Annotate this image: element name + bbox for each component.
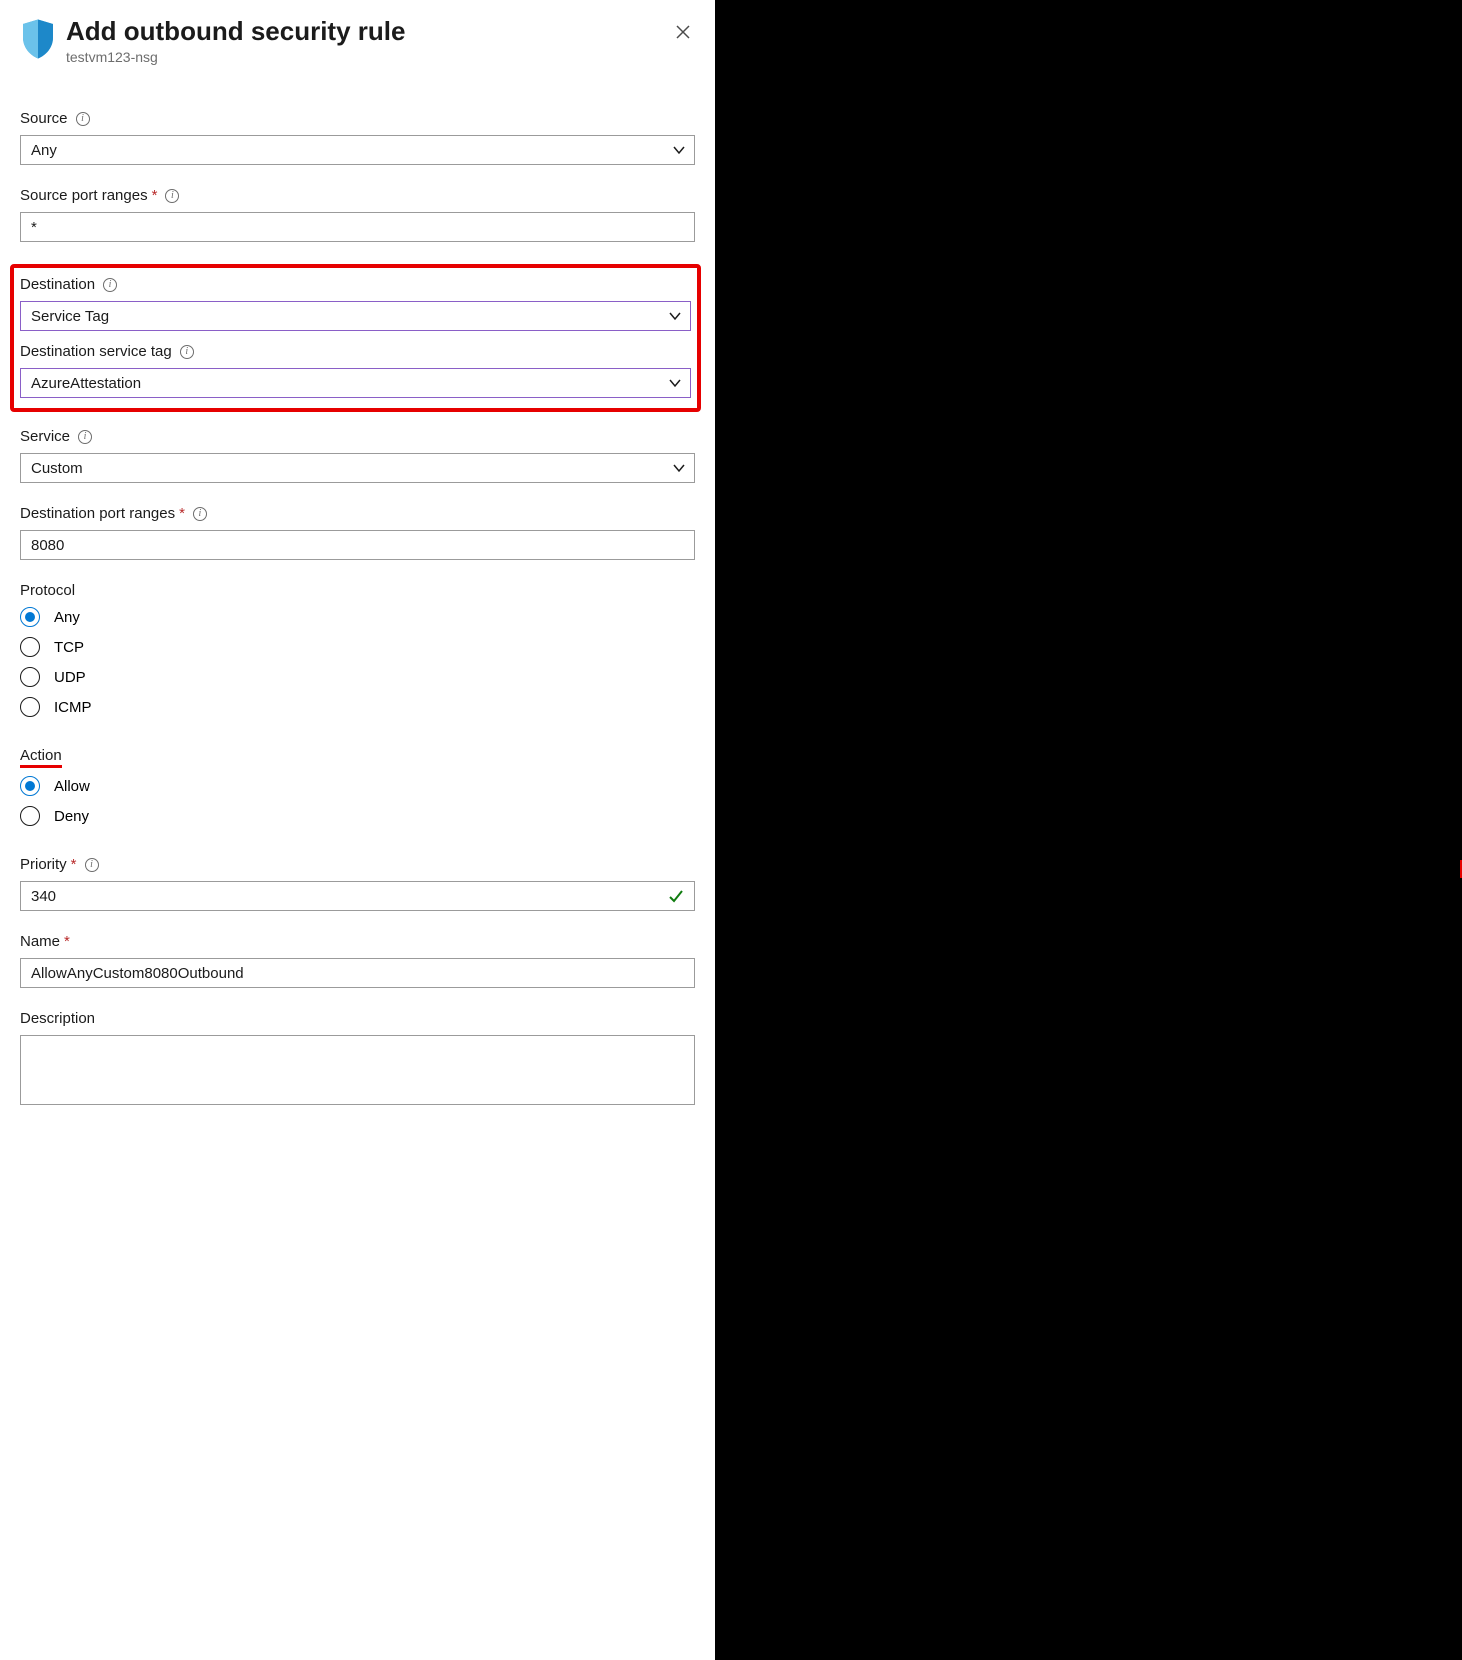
- required-marker: *: [64, 933, 70, 950]
- radio-icon: [20, 637, 40, 657]
- destination-service-tag-value: AzureAttestation: [31, 375, 141, 392]
- destination-port-ranges-input-wrap: [20, 530, 695, 560]
- info-icon[interactable]: i: [193, 507, 207, 521]
- protocol-radio-tcp[interactable]: TCP: [20, 637, 695, 657]
- rule-form: Source i Any Source port ranges * i: [20, 110, 695, 1110]
- priority-input-wrap: [20, 881, 695, 911]
- info-icon[interactable]: i: [78, 430, 92, 444]
- source-label: Source: [20, 110, 68, 127]
- protocol-option-label: ICMP: [54, 699, 92, 716]
- radio-icon: [20, 667, 40, 687]
- field-destination-service-tag: Destination service tag i AzureAttestati…: [20, 343, 691, 398]
- protocol-option-label: Any: [54, 609, 80, 626]
- action-radio-deny[interactable]: Deny: [20, 806, 695, 826]
- field-name: Name *: [20, 933, 695, 988]
- name-label: Name: [20, 933, 60, 950]
- destination-select[interactable]: Service Tag: [20, 301, 691, 331]
- info-icon[interactable]: i: [85, 858, 99, 872]
- chevron-down-icon: [668, 376, 682, 390]
- protocol-radio-group: Any TCP UDP ICMP: [20, 607, 695, 717]
- source-value: Any: [31, 142, 57, 159]
- field-destination: Destination i Service Tag: [20, 276, 691, 331]
- info-icon[interactable]: i: [76, 112, 90, 126]
- priority-label: Priority: [20, 856, 67, 873]
- close-button[interactable]: [673, 22, 693, 42]
- chevron-down-icon: [672, 143, 686, 157]
- field-protocol: Protocol Any TCP UDP ICMP: [20, 582, 695, 717]
- shield-icon: [20, 18, 56, 60]
- radio-icon: [20, 806, 40, 826]
- panel-subtitle: testvm123-nsg: [66, 49, 405, 65]
- destination-value: Service Tag: [31, 308, 109, 325]
- protocol-label: Protocol: [20, 582, 75, 599]
- protocol-radio-udp[interactable]: UDP: [20, 667, 695, 687]
- action-label: Action: [20, 747, 62, 768]
- source-port-ranges-input-wrap: [20, 212, 695, 242]
- info-icon[interactable]: i: [180, 345, 194, 359]
- action-option-label: Deny: [54, 808, 89, 825]
- protocol-option-label: UDP: [54, 669, 86, 686]
- add-outbound-rule-panel: Add outbound security rule testvm123-nsg…: [0, 0, 715, 1660]
- action-radio-allow[interactable]: Allow: [20, 776, 695, 796]
- description-label: Description: [20, 1010, 95, 1027]
- field-priority: Priority * i: [20, 856, 695, 911]
- protocol-option-label: TCP: [54, 639, 84, 656]
- protocol-radio-any[interactable]: Any: [20, 607, 695, 627]
- checkmark-icon: [668, 888, 684, 904]
- protocol-radio-icmp[interactable]: ICMP: [20, 697, 695, 717]
- panel-header: Add outbound security rule testvm123-nsg: [20, 16, 695, 65]
- chevron-down-icon: [668, 309, 682, 323]
- required-marker: *: [152, 187, 158, 204]
- radio-icon: [20, 697, 40, 717]
- service-label: Service: [20, 428, 70, 445]
- name-input[interactable]: [31, 965, 684, 982]
- field-action: Action Allow Deny: [20, 747, 695, 826]
- source-port-ranges-label: Source port ranges: [20, 187, 148, 204]
- destination-highlight-box: Destination i Service Tag Destination se…: [10, 264, 701, 412]
- field-service: Service i Custom: [20, 428, 695, 483]
- destination-service-tag-label: Destination service tag: [20, 343, 172, 360]
- field-destination-port-ranges: Destination port ranges * i: [20, 505, 695, 560]
- destination-label: Destination: [20, 276, 95, 293]
- destination-service-tag-select[interactable]: AzureAttestation: [20, 368, 691, 398]
- info-icon[interactable]: i: [165, 189, 179, 203]
- field-description: Description: [20, 1010, 695, 1110]
- action-radio-group: Allow Deny: [20, 776, 695, 826]
- description-textarea[interactable]: [20, 1035, 695, 1105]
- destination-port-ranges-label: Destination port ranges: [20, 505, 175, 522]
- chevron-down-icon: [672, 461, 686, 475]
- field-source-port-ranges: Source port ranges * i: [20, 187, 695, 242]
- service-value: Custom: [31, 460, 83, 477]
- info-icon[interactable]: i: [103, 278, 117, 292]
- close-icon: [675, 24, 691, 40]
- panel-title: Add outbound security rule: [66, 16, 405, 47]
- destination-port-ranges-input[interactable]: [31, 537, 684, 554]
- name-input-wrap: [20, 958, 695, 988]
- required-marker: *: [179, 505, 185, 522]
- field-source: Source i Any: [20, 110, 695, 165]
- service-select[interactable]: Custom: [20, 453, 695, 483]
- radio-icon: [20, 776, 40, 796]
- priority-input[interactable]: [31, 888, 684, 905]
- source-select[interactable]: Any: [20, 135, 695, 165]
- action-option-label: Allow: [54, 778, 90, 795]
- radio-icon: [20, 607, 40, 627]
- required-marker: *: [71, 856, 77, 873]
- source-port-ranges-input[interactable]: [31, 219, 684, 236]
